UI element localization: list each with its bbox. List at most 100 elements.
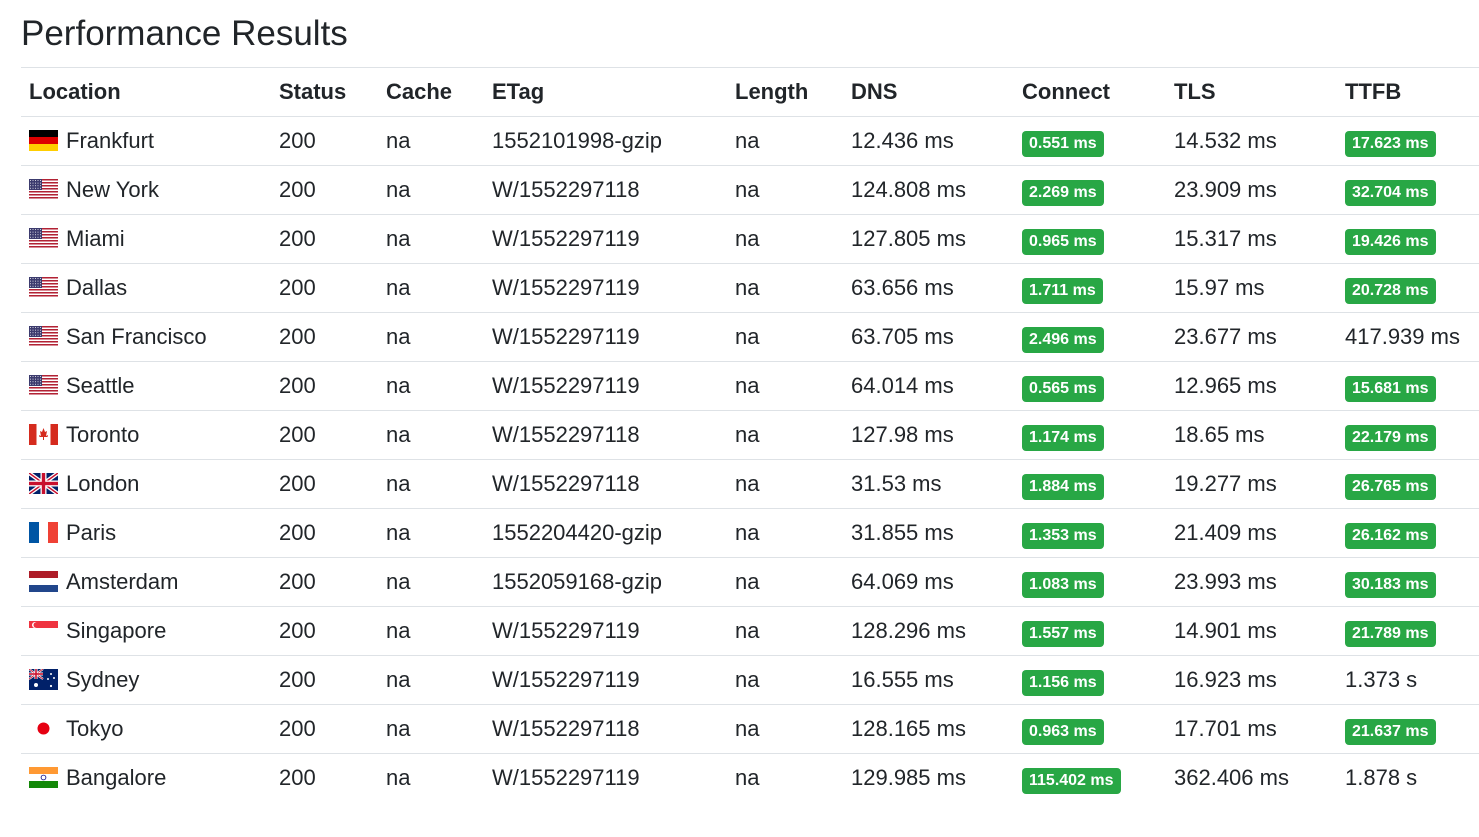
tls-cell: 23.909 ms [1166, 165, 1337, 215]
location-cell: London [21, 459, 271, 509]
ttfb-badge: 20.728 ms [1345, 277, 1436, 304]
singapore-flag-icon [29, 620, 58, 641]
table-row: Singapore 200 na W/1552297119 na 128.296 ms 1.… [21, 606, 1479, 656]
dns-cell: 124.808 ms [843, 165, 1014, 215]
table-row: Sydney 200 na W/1552297119 na 16.555 ms 1.156 … [21, 655, 1479, 705]
connect-badge: 1.083 ms [1022, 571, 1104, 598]
column-header-connect: Connect [1014, 67, 1166, 117]
canada-flag-icon [29, 424, 58, 445]
location-cell: Miami [21, 214, 271, 264]
ttfb-cell: 417.939 ms [1337, 312, 1479, 362]
ttfb-cell: 22.179 ms [1337, 410, 1479, 460]
column-header-status: Status [271, 67, 378, 117]
tls-cell: 16.923 ms [1166, 655, 1337, 705]
location-name: Amsterdam [66, 569, 179, 594]
tls-cell: 14.901 ms [1166, 606, 1337, 656]
tls-cell: 14.532 ms [1166, 116, 1337, 166]
etag-cell: 1552059168-gzip [484, 557, 727, 607]
length-cell: na [727, 704, 843, 754]
table-row: Seattle 200 na W/1552297119 na 64.014 ms 0.565… [21, 361, 1479, 411]
status-cell: 200 [271, 459, 378, 509]
ttfb-badge: 26.765 ms [1345, 473, 1436, 500]
column-header-ttfb: TTFB [1337, 67, 1479, 117]
etag-cell: W/1552297119 [484, 263, 727, 313]
etag-cell: W/1552297118 [484, 165, 727, 215]
column-header-etag: ETag [484, 67, 727, 117]
netherlands-flag-icon [29, 571, 58, 592]
location-cell: Sydney [21, 655, 271, 705]
location-name: Frankfurt [66, 128, 155, 153]
cache-cell: na [378, 165, 484, 215]
connect-cell: 1.711 ms [1014, 263, 1166, 313]
table-row: Miami 200 na W/1552297119 na 127.805 ms 0.965 … [21, 214, 1479, 264]
usa-flag-icon [29, 228, 58, 249]
australia-flag-icon [29, 669, 58, 690]
length-cell: na [727, 116, 843, 166]
cache-cell: na [378, 263, 484, 313]
cache-cell: na [378, 361, 484, 411]
etag-cell: 1552101998-gzip [484, 116, 727, 166]
tls-cell: 12.965 ms [1166, 361, 1337, 411]
length-cell: na [727, 606, 843, 656]
etag-cell: W/1552297119 [484, 655, 727, 705]
ttfb-badge: 26.162 ms [1345, 522, 1436, 549]
length-cell: na [727, 214, 843, 264]
length-cell: na [735, 765, 760, 790]
ttfb-cell: 26.162 ms [1337, 508, 1479, 558]
ttfb-badge: 30.183 ms [1345, 571, 1436, 598]
table-row: Frankfurt 200 na 1552101998-gzip na 12.436 ms… [21, 116, 1479, 166]
ttfb-cell: 32.704 ms [1337, 165, 1479, 215]
dns-cell: 12.436 ms [843, 116, 1014, 166]
connect-badge: 1.711 ms [1022, 277, 1103, 304]
status-cell: 200 [271, 508, 378, 558]
cache-cell: na [378, 116, 484, 166]
dns-cell: 127.805 ms [843, 214, 1014, 264]
table-row: Dallas 200 na W/1552297119 na 63.656 ms 1.711 … [21, 263, 1479, 313]
status-cell: 200 [271, 116, 378, 166]
etag-cell: W/1552297119 [484, 361, 727, 411]
cache-cell: na [378, 312, 484, 362]
ttfb-badge: 22.179 ms [1345, 424, 1436, 451]
location-cell: Tokyo [21, 704, 271, 754]
ttfb-cell: 17.623 ms [1337, 116, 1479, 166]
status-cell: 200 [271, 606, 378, 656]
location-cell: New York [21, 165, 271, 215]
location-cell: San Francisco [21, 312, 271, 362]
ttfb-badge: 21.637 ms [1345, 718, 1436, 745]
dns-cell: 64.069 ms [843, 557, 1014, 607]
length-cell: na [727, 655, 843, 705]
connect-badge: 0.963 ms [1022, 718, 1104, 745]
etag-cell: W/1552297119 [492, 765, 640, 790]
etag-cell: W/1552297119 [484, 606, 727, 656]
dns-cell: 128.165 ms [843, 704, 1014, 754]
connect-badge: 0.965 ms [1022, 228, 1104, 255]
etag-cell: W/1552297119 [484, 312, 727, 362]
results-table: Location Status Cache ETag Length DNS Co… [21, 67, 1479, 802]
ttfb-badge: 19.426 ms [1345, 228, 1436, 255]
column-header-tls: TLS [1166, 67, 1337, 117]
table-row: Amsterdam 200 na 1552059168-gzip na 64.069 ms… [21, 557, 1479, 607]
ttfb-cell: 26.765 ms [1337, 459, 1479, 509]
ttfb-badge: 32.704 ms [1345, 179, 1436, 206]
dns-cell: 31.855 ms [843, 508, 1014, 558]
results-table-body: Frankfurt 200 na 1552101998-gzip na 12.436 ms… [21, 116, 1479, 803]
location-name: Paris [66, 520, 117, 545]
location-cell: Toronto [21, 410, 271, 460]
length-cell: na [727, 263, 843, 313]
column-header-dns: DNS [843, 67, 1014, 117]
germany-flag-icon [29, 130, 58, 151]
ttfb-badge: 21.789 ms [1345, 620, 1436, 647]
location-name: London [66, 471, 140, 496]
tls-cell: 362.406 ms [1174, 765, 1289, 790]
ttfb-cell: 20.728 ms [1337, 263, 1479, 313]
dns-cell: 127.98 ms [843, 410, 1014, 460]
usa-flag-icon [29, 326, 58, 347]
connect-badge: 1.156 ms [1022, 669, 1104, 696]
status-cell: 200 [271, 263, 378, 313]
length-cell: na [727, 508, 843, 558]
location-cell: Dallas [21, 263, 271, 313]
table-row: New York 200 na W/1552297118 na 124.808 ms 2.2… [21, 165, 1479, 215]
tls-cell: 17.701 ms [1166, 704, 1337, 754]
cache-cell: na [378, 606, 484, 656]
tls-cell: 23.677 ms [1166, 312, 1337, 362]
